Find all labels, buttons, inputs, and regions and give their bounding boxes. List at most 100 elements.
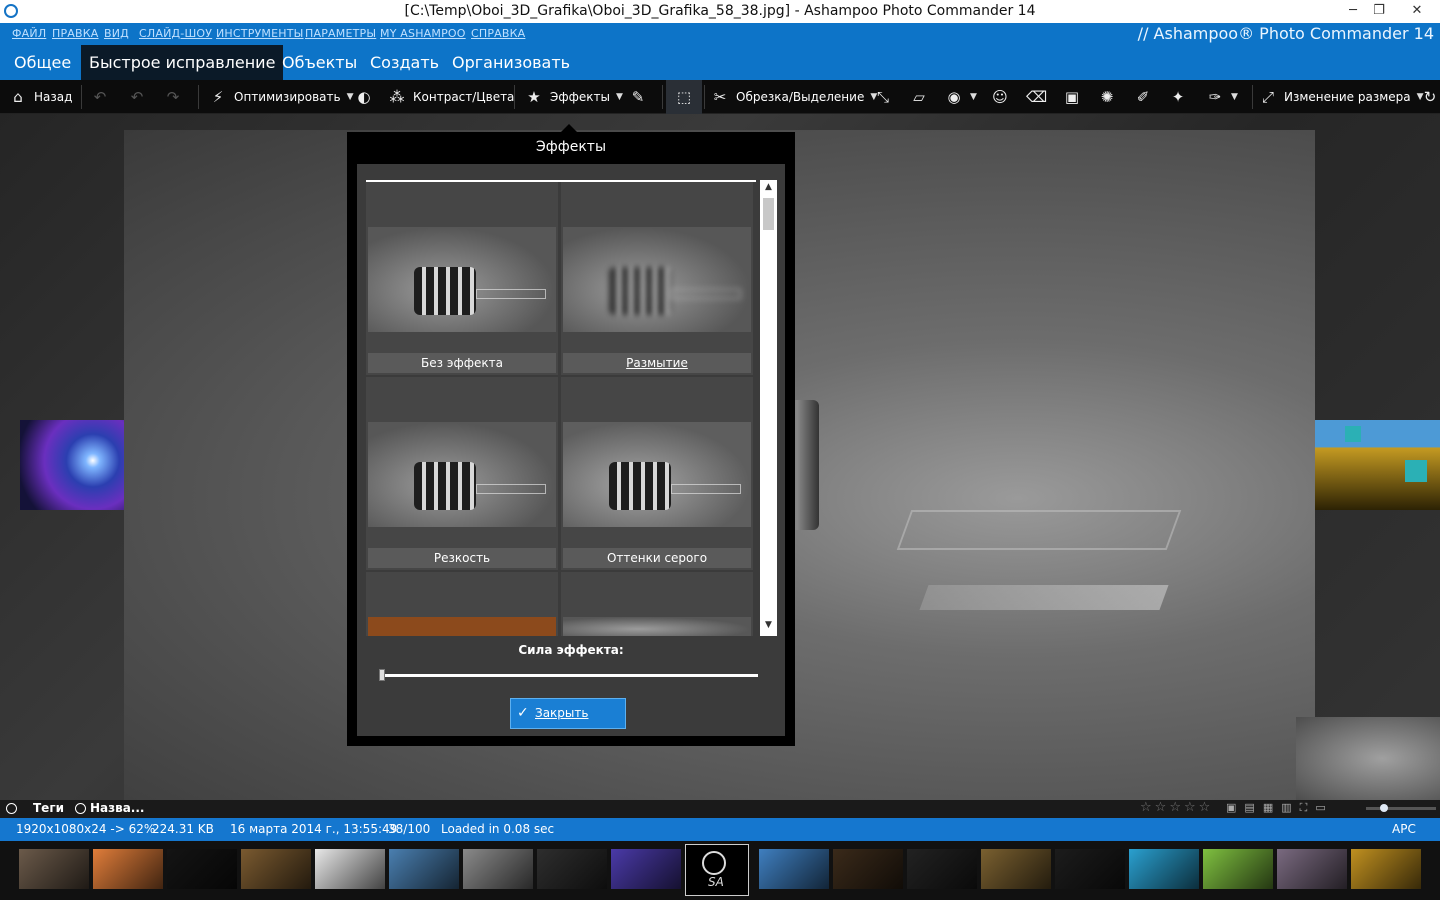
effects-label: Эффекты xyxy=(550,90,610,104)
menu-help[interactable]: СПРАВКА xyxy=(471,27,525,40)
filmstrip-thumb[interactable] xyxy=(1203,849,1273,889)
menu-tools[interactable]: ИНСТРУМЕНТЫ xyxy=(216,27,304,40)
resize-label: Изменение размера xyxy=(1284,90,1411,104)
optimize-button[interactable]: ⚡ Оптимизировать ▼ xyxy=(208,80,354,114)
filmstrip-thumb[interactable] xyxy=(463,849,533,889)
filmstrip-thumb[interactable] xyxy=(167,849,237,889)
star-icon[interactable]: ☆ xyxy=(1199,800,1211,815)
close-window-button[interactable]: ✕ xyxy=(1402,0,1432,23)
optimize-label: Оптимизировать xyxy=(234,90,341,104)
next-image-thumb[interactable] xyxy=(1315,420,1440,510)
star-icon[interactable]: ☆ xyxy=(1155,800,1167,815)
filmstrip-thumb[interactable] xyxy=(315,849,385,889)
eraser-button[interactable]: ⌫ xyxy=(1026,80,1047,114)
star-icon[interactable]: ☆ xyxy=(1169,800,1181,815)
redo-icon: ↷ xyxy=(166,88,180,106)
menu-slideshow[interactable]: СЛАЙД-ШОУ xyxy=(139,27,212,40)
brightness-button[interactable]: ◐ xyxy=(354,80,374,114)
effect-blur[interactable]: Размытие xyxy=(561,182,753,375)
brand-logo: // Ashampoo® Photo Commander 14 xyxy=(1137,24,1434,43)
scroll-up-icon[interactable]: ▲ xyxy=(760,182,777,196)
scroll-down-icon[interactable]: ▼ xyxy=(760,620,777,634)
brush-button[interactable]: ✐ xyxy=(1133,80,1153,114)
menu-edit[interactable]: ПРАВКА xyxy=(52,27,99,40)
filmstrip-thumb[interactable] xyxy=(1351,849,1421,889)
image-view-icon[interactable]: ▣ xyxy=(1226,801,1236,815)
close-dialog-button[interactable]: ✓ Закрыть xyxy=(510,698,626,729)
filmstrip-thumb[interactable] xyxy=(1277,849,1347,889)
undo-button[interactable]: ↶ xyxy=(127,80,147,114)
effect-sharpen[interactable]: Резкость xyxy=(366,377,558,570)
clone-button[interactable]: ✑ ▼ xyxy=(1205,80,1238,114)
straighten-button[interactable]: ⤡ xyxy=(873,80,893,114)
menu-view[interactable]: ВИД xyxy=(104,27,129,40)
tab-objects[interactable]: Объекты xyxy=(274,45,365,80)
back-button[interactable]: ⌂ Назад xyxy=(8,80,72,114)
tab-quick-fix[interactable]: Быстрое исправление xyxy=(81,45,284,80)
filmstrip-thumb-selected[interactable]: SA xyxy=(685,844,749,896)
retouch-button[interactable]: ✎ xyxy=(628,80,648,114)
menu-file[interactable]: ФАЙЛ xyxy=(12,27,46,40)
restore-button[interactable]: ❐ xyxy=(1364,0,1394,23)
menu-my-ashampoo[interactable]: MY ASHAMPOO xyxy=(380,27,466,40)
effect-grayscale[interactable]: Оттенки серого xyxy=(561,377,753,570)
effects-scrollbar[interactable]: ▲ ▼ xyxy=(760,180,777,636)
undo-all-button[interactable]: ↶ xyxy=(90,80,110,114)
frame-button[interactable]: ▣ xyxy=(1062,80,1082,114)
fullscreen-icon[interactable]: ⛶ xyxy=(1300,801,1308,815)
app-window: [C:\Temp\Oboi_3D_Grafika\Oboi_3D_Grafika… xyxy=(0,0,1440,900)
face-button[interactable]: ☺ xyxy=(990,80,1010,114)
filmstrip-thumb[interactable] xyxy=(611,849,681,889)
filmstrip-thumb[interactable] xyxy=(1055,849,1125,889)
filmstrip-thumb[interactable] xyxy=(241,849,311,889)
filmstrip-thumb[interactable] xyxy=(93,849,163,889)
filmstrip-thumb[interactable] xyxy=(759,849,829,889)
strength-slider-knob[interactable] xyxy=(379,669,385,681)
filmstrip-thumb[interactable] xyxy=(981,849,1051,889)
effect-more[interactable] xyxy=(561,572,753,636)
filmstrip-thumb[interactable] xyxy=(537,849,607,889)
star-icon[interactable]: ☆ xyxy=(1140,800,1152,815)
navigator-preview[interactable] xyxy=(1296,717,1440,800)
effect-sepia[interactable] xyxy=(366,572,558,636)
heal-button[interactable]: ✦ xyxy=(1168,80,1188,114)
view-mode-icons: ▣ ▤ ▦ ▥ ⛶ ▭ xyxy=(1226,801,1326,815)
color-picker-button[interactable]: ✺ xyxy=(1097,80,1117,114)
name-toggle[interactable]: Назва... xyxy=(75,801,144,815)
monitor-icon[interactable]: ▭ xyxy=(1315,801,1325,815)
crop-select-button[interactable]: ✂ Обрезка/Выделение ▼ xyxy=(710,80,878,114)
star-icon[interactable]: ☆ xyxy=(1184,800,1196,815)
grid-view-icon[interactable]: ▦ xyxy=(1263,801,1273,815)
selection-button[interactable]: ⬚ xyxy=(666,80,702,114)
effect-none[interactable]: Без эффекта xyxy=(366,182,558,375)
filmstrip-thumb[interactable] xyxy=(907,849,977,889)
scroll-thumb[interactable] xyxy=(763,198,774,230)
rating-stars[interactable]: ☆ ☆ ☆ ☆ ☆ xyxy=(1140,800,1210,815)
color-circles-icon: ⁂ xyxy=(389,88,405,106)
filmstrip-thumb[interactable] xyxy=(833,849,903,889)
filmstrip-thumb[interactable] xyxy=(389,849,459,889)
menu-settings[interactable]: ПАРАМЕТРЫ xyxy=(305,27,376,40)
zoom-slider-knob[interactable] xyxy=(1380,804,1388,812)
tags-toggle[interactable]: Теги xyxy=(6,801,64,815)
strength-slider[interactable] xyxy=(379,669,758,681)
perspective-button[interactable]: ▱ xyxy=(909,80,929,114)
compare-view-icon[interactable]: ▤ xyxy=(1244,801,1254,815)
filmstrip-thumb[interactable] xyxy=(19,849,89,889)
list-view-icon[interactable]: ▥ xyxy=(1281,801,1291,815)
effects-button[interactable]: ★ Эффекты ▼ xyxy=(524,80,623,114)
tab-general[interactable]: Общее xyxy=(6,45,79,80)
rotate-button[interactable]: ↻ xyxy=(1420,80,1440,114)
contrast-colors-button[interactable]: ⁂ Контраст/Цвета xyxy=(387,80,515,114)
resize-button[interactable]: ⤢ Изменение размера ▼ xyxy=(1258,80,1424,114)
filmstrip-thumb[interactable] xyxy=(1129,849,1199,889)
status-position: 38/100 xyxy=(388,822,431,836)
tab-create[interactable]: Создать xyxy=(362,45,447,80)
tab-organize[interactable]: Организовать xyxy=(444,45,578,80)
zoom-slider[interactable] xyxy=(1366,804,1436,812)
redeye-button[interactable]: ◉ ▼ xyxy=(944,80,976,114)
previous-image-thumb[interactable] xyxy=(20,420,124,510)
redo-button[interactable]: ↷ xyxy=(163,80,183,114)
scissors-icon: ✂ xyxy=(713,88,727,106)
undo-icon: ↶ xyxy=(130,88,144,106)
